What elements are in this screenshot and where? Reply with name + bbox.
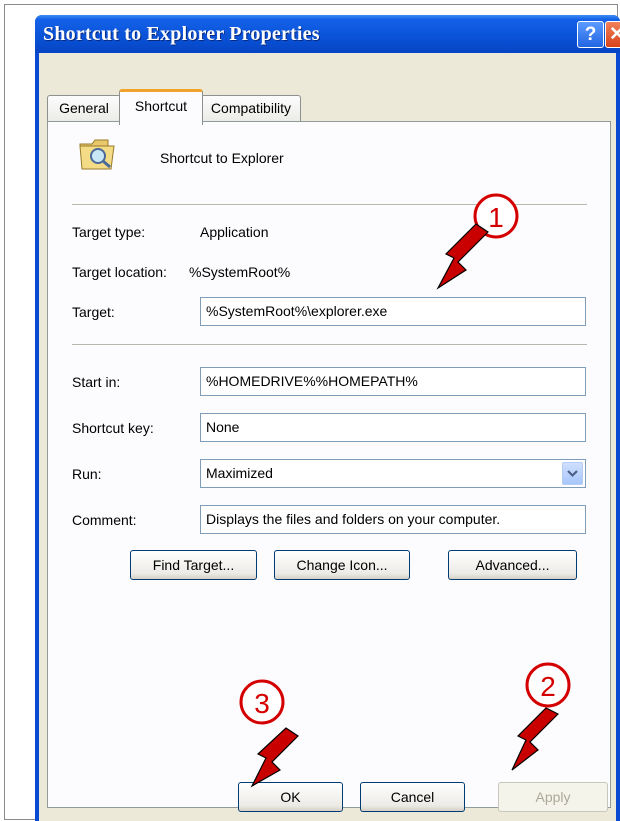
marker-2-number: 2 [540,671,556,702]
marker-3-number: 3 [254,688,270,719]
marker-1-number: 1 [488,202,504,233]
tab-shortcut[interactable]: Shortcut [119,89,203,125]
annotation-overlay: 1 2 3 [239,193,571,788]
marker-3: 3 [239,679,285,725]
arrow-1-icon [436,223,489,290]
marker-2: 2 [525,662,571,708]
arrow-3-icon [250,727,299,788]
arrow-2-icon [511,707,560,771]
